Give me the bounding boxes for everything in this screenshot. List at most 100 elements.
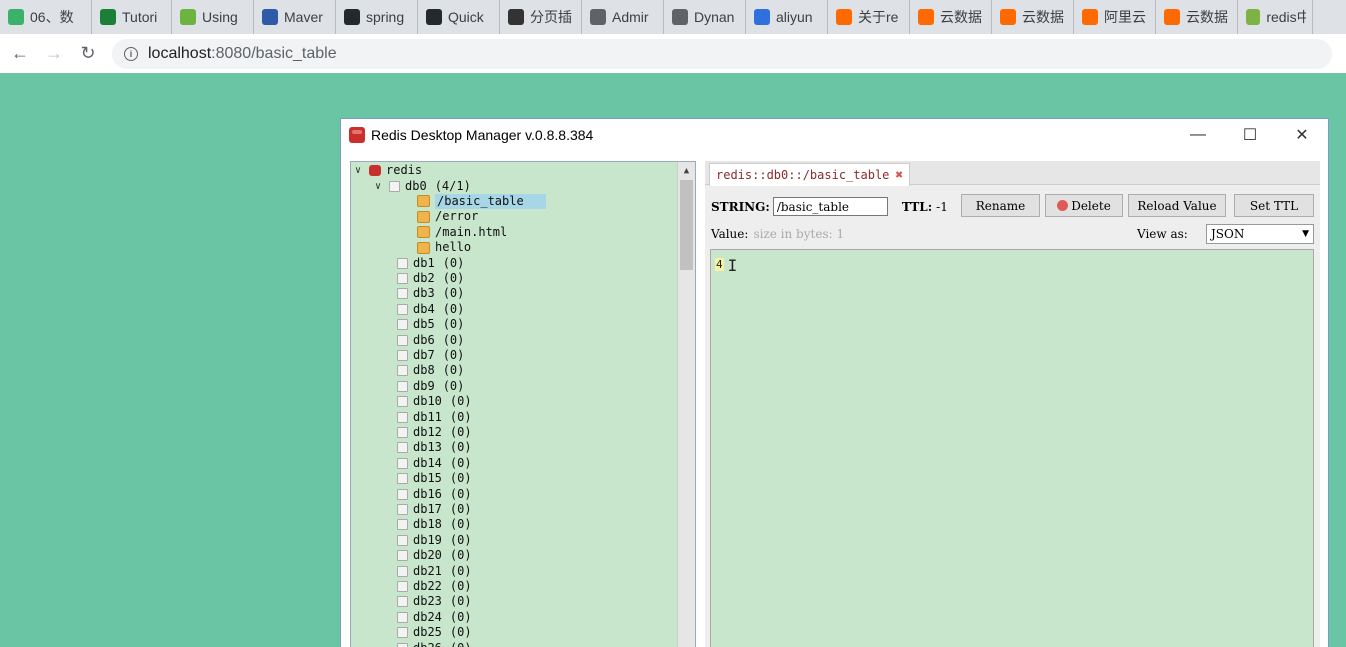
tree-key-item[interactable]: /error bbox=[417, 209, 478, 224]
tree-db-item[interactable]: db13 (0) bbox=[397, 440, 472, 455]
value-text: 4 bbox=[715, 258, 724, 271]
browser-tab[interactable]: 关于re bbox=[828, 0, 910, 34]
maximize-button[interactable]: ☐ bbox=[1224, 119, 1276, 151]
cube-icon bbox=[1246, 9, 1261, 25]
tree-db-item[interactable]: db25 (0) bbox=[397, 625, 472, 640]
minimize-button[interactable]: — bbox=[1172, 119, 1224, 151]
tree-db-item[interactable]: db5 (0) bbox=[397, 317, 464, 332]
scroll-up-arrow-icon[interactable]: ▲ bbox=[678, 162, 695, 180]
tree-item-label: db12 bbox=[413, 424, 442, 439]
tree-db-item[interactable]: db2 (0) bbox=[397, 271, 464, 286]
browser-tab[interactable]: Tutori bbox=[92, 0, 172, 34]
browser-tab-label: Using bbox=[202, 9, 238, 25]
tree-server-redis[interactable]: ∨ redis bbox=[355, 163, 422, 178]
tree-db-item[interactable]: db21 (0) bbox=[397, 563, 472, 578]
tree-key-item[interactable]: hello bbox=[417, 240, 471, 255]
browser-tab[interactable]: Dynan bbox=[664, 0, 746, 34]
string-key-icon bbox=[417, 195, 430, 208]
tree-db-item[interactable]: db3 (0) bbox=[397, 286, 464, 301]
tree-db-item[interactable]: db1 (0) bbox=[397, 255, 464, 270]
tree-item-label: db18 bbox=[413, 517, 442, 532]
tree-db-item[interactable]: db20 (0) bbox=[397, 548, 472, 563]
tree-db-item[interactable]: db16 (0) bbox=[397, 486, 472, 501]
browser-tab[interactable]: aliyun bbox=[746, 0, 828, 34]
browser-tab[interactable]: 云数据 bbox=[1156, 0, 1238, 34]
tree-db-item[interactable]: db18 (0) bbox=[397, 517, 472, 532]
tree-key-item[interactable]: /main.html bbox=[417, 225, 507, 240]
ttl-value: -1 bbox=[936, 199, 948, 214]
ttl-label: TTL: bbox=[901, 199, 933, 214]
browser-tab[interactable]: 06、数 bbox=[0, 0, 92, 34]
expand-caret-icon[interactable]: ∨ bbox=[375, 179, 389, 194]
tree-item-label: db0 bbox=[405, 178, 427, 193]
reload-icon[interactable]: ↻ bbox=[74, 40, 102, 68]
expand-caret-icon[interactable]: ∨ bbox=[355, 163, 369, 178]
tree-db-item[interactable]: db7 (0) bbox=[397, 348, 464, 363]
key-name-input[interactable] bbox=[772, 197, 888, 216]
tree-item-count: (0) bbox=[449, 594, 472, 609]
rename-button[interactable]: Rename bbox=[961, 194, 1040, 217]
tree-item-count: (0) bbox=[442, 332, 465, 347]
browser-tab-label: 云数据 bbox=[940, 9, 982, 25]
scroll-thumb[interactable] bbox=[680, 180, 693, 270]
tree-db-item[interactable]: db10 (0) bbox=[397, 394, 472, 409]
tree-db-item[interactable]: db6 (0) bbox=[397, 332, 464, 347]
tree-db-item[interactable]: db9 (0) bbox=[397, 379, 464, 394]
browser-tab[interactable]: Maver bbox=[254, 0, 336, 34]
browser-tab[interactable]: 云数据 bbox=[910, 0, 992, 34]
back-arrow-icon[interactable]: ← bbox=[6, 40, 34, 68]
tree-db-item[interactable]: db17 (0) bbox=[397, 502, 472, 517]
key-tab-label: redis::db0::/basic_table bbox=[716, 168, 890, 182]
tree-db-item[interactable]: db11 (0) bbox=[397, 409, 472, 424]
tree-item-label: db5 bbox=[413, 317, 435, 332]
delete-button[interactable]: Delete bbox=[1045, 194, 1123, 217]
close-tab-icon[interactable]: ✖ bbox=[895, 168, 903, 183]
database-icon bbox=[397, 349, 408, 361]
browser-tab[interactable]: 云数据 bbox=[992, 0, 1074, 34]
view-as-select[interactable]: JSON ▼ bbox=[1206, 224, 1314, 244]
tree-db-item[interactable]: db19 (0) bbox=[397, 533, 472, 548]
tree-db-db0[interactable]: ∨ db0 (4/1) bbox=[375, 178, 471, 193]
browser-tab[interactable]: Admir bbox=[582, 0, 664, 34]
aliyun-icon bbox=[836, 9, 852, 25]
tree-db-item[interactable]: db24 (0) bbox=[397, 610, 472, 625]
tree-db-item[interactable]: db8 (0) bbox=[397, 363, 464, 378]
key-tab[interactable]: redis::db0::/basic_table ✖ bbox=[709, 163, 911, 186]
tree-db-item[interactable]: db26 (0) bbox=[397, 640, 472, 647]
browser-tab[interactable]: Using bbox=[172, 0, 254, 34]
tree-item-count: (0) bbox=[442, 255, 465, 270]
browser-tab[interactable]: Quick bbox=[418, 0, 500, 34]
tree-db-item[interactable]: db15 (0) bbox=[397, 471, 472, 486]
browser-tab[interactable]: 阿里云 bbox=[1074, 0, 1156, 34]
tree-db-item[interactable]: db14 (0) bbox=[397, 456, 472, 471]
tree-db-item[interactable]: db4 (0) bbox=[397, 302, 464, 317]
tree-key-item[interactable]: /basic_table bbox=[417, 193, 546, 209]
database-icon bbox=[397, 426, 408, 438]
browser-tab[interactable]: 分页插 bbox=[500, 0, 582, 34]
forward-arrow-icon[interactable]: → bbox=[40, 40, 68, 68]
reload-value-button[interactable]: Reload Value bbox=[1128, 194, 1226, 217]
database-icon bbox=[397, 580, 408, 592]
tree-item-label: db26 bbox=[413, 641, 442, 647]
set-ttl-button[interactable]: Set TTL bbox=[1234, 194, 1314, 217]
browser-tab[interactable]: redis中 bbox=[1238, 0, 1313, 34]
info-icon[interactable]: i bbox=[124, 46, 138, 61]
aliyun-icon bbox=[918, 9, 934, 25]
browser-tab-strip: 06、数 Tutori Using Maver spring Quick 分页插 Admir D… bbox=[0, 0, 1346, 34]
tree-db-item[interactable]: db22 (0) bbox=[397, 579, 472, 594]
tree-db-item[interactable]: db23 (0) bbox=[397, 594, 472, 609]
tree-scrollbar[interactable]: ▲ bbox=[677, 162, 695, 647]
redis-app-icon bbox=[349, 127, 365, 143]
tree-item-count: (0) bbox=[449, 424, 472, 439]
browser-tab-label: aliyun bbox=[776, 9, 813, 25]
close-window-button[interactable]: ✕ bbox=[1276, 119, 1328, 151]
browser-tab-label: Admir bbox=[612, 9, 649, 25]
value-editor[interactable]: 4I bbox=[710, 249, 1314, 647]
tree-item-count: (0) bbox=[449, 501, 472, 516]
address-bar[interactable]: i localhost:8080/basic_table bbox=[112, 38, 1332, 69]
tree-item-count: (0) bbox=[449, 578, 472, 593]
browser-tab[interactable]: spring bbox=[336, 0, 418, 34]
value-header-row: Value: size in bytes: 1 bbox=[711, 227, 844, 241]
connection-tree: ▲ ∨ redis ∨ db0 (4/1)/basic_table/error/main… bbox=[350, 161, 696, 647]
tree-db-item[interactable]: db12 (0) bbox=[397, 425, 472, 440]
